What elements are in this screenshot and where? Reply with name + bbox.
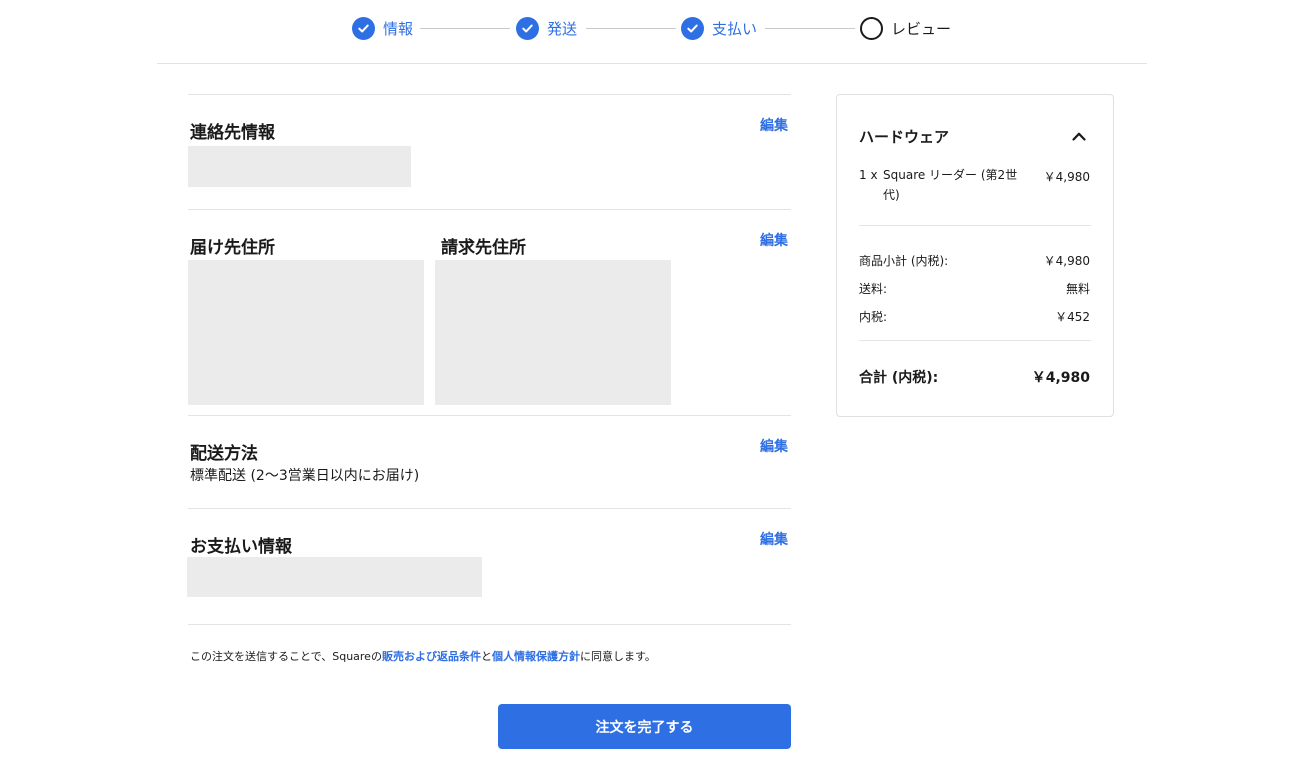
section-divider — [188, 508, 791, 509]
sales-terms-link[interactable]: 販売および返品条件 — [382, 650, 481, 663]
check-icon — [681, 16, 704, 40]
billing-address-title: 請求先住所 — [441, 238, 526, 258]
step-info[interactable]: 情報 — [352, 16, 413, 40]
shipping-fee-label: 送料: — [859, 282, 888, 296]
step-label: レビュー — [891, 19, 952, 38]
payment-title: お支払い情報 — [190, 537, 292, 557]
shipping-fee-value: 無料 — [1065, 282, 1090, 296]
privacy-policy-link[interactable]: 個人情報保護方針 — [492, 650, 580, 663]
step-review: レビュー — [860, 16, 951, 40]
payment-info-placeholder — [187, 557, 482, 597]
shipping-address-placeholder — [188, 260, 424, 405]
header-divider — [157, 63, 1147, 64]
edit-payment-link[interactable]: 編集 — [760, 529, 788, 549]
step-label: 発送 — [547, 19, 578, 38]
edit-contact-link[interactable]: 編集 — [760, 115, 788, 135]
item-name: Square リーダー (第2世代) — [883, 168, 1018, 202]
check-icon — [352, 16, 375, 40]
check-icon — [516, 16, 539, 40]
section-divider — [188, 94, 791, 95]
pending-circle-icon — [860, 16, 883, 40]
terms-text: に同意します。 — [579, 650, 656, 663]
section-divider — [188, 415, 791, 416]
section-divider — [188, 209, 791, 210]
step-connector — [765, 28, 855, 29]
subtotal-value: ￥4,980 — [1043, 254, 1090, 268]
step-connector — [420, 28, 510, 29]
edit-shipping-method-link[interactable]: 編集 — [760, 436, 788, 456]
edit-address-link[interactable]: 編集 — [760, 230, 788, 250]
summary-divider — [859, 340, 1091, 341]
shipping-address-title: 届け先住所 — [190, 238, 275, 258]
step-connector — [586, 28, 676, 29]
item-quantity: 1 x — [859, 168, 878, 182]
item-price: ￥4,980 — [1043, 170, 1090, 184]
subtotal-label: 商品小計 (内税): — [859, 254, 949, 268]
step-label: 情報 — [383, 19, 414, 38]
step-payment[interactable]: 支払い — [681, 16, 757, 40]
contact-info-placeholder — [188, 146, 411, 187]
tax-value: ￥452 — [1055, 310, 1090, 324]
tax-label: 内税: — [859, 310, 888, 324]
summary-divider — [859, 225, 1091, 226]
complete-order-button[interactable]: 注文を完了する — [498, 704, 791, 749]
chevron-up-icon[interactable] — [1069, 127, 1089, 145]
shipping-method-value: 標準配送 (2〜3営業日以内にお届け) — [190, 468, 420, 484]
contact-title: 連絡先情報 — [190, 123, 275, 143]
terms-text: と — [480, 650, 492, 663]
step-label: 支払い — [712, 19, 758, 38]
terms-notice: この注文を送信することで、Squareの販売および返品条件と個人情報保護方針に同… — [190, 648, 656, 664]
billing-address-placeholder — [435, 260, 671, 405]
order-summary-card: ハードウェア 1 x Square リーダー (第2世代) ￥4,980 商品小… — [836, 94, 1114, 417]
terms-text: の — [370, 650, 382, 663]
total-value: ￥4,980 — [1031, 370, 1090, 386]
checkout-stepper: 情報 発送 支払い レビュー — [0, 0, 1300, 56]
shipping-method-title: 配送方法 — [190, 444, 258, 464]
step-shipping[interactable]: 発送 — [516, 16, 577, 40]
total-label: 合計 (内税): — [859, 370, 939, 386]
terms-text: この注文を送信することで、Square — [190, 650, 371, 663]
summary-title: ハードウェア — [859, 128, 950, 146]
section-divider — [188, 624, 791, 625]
